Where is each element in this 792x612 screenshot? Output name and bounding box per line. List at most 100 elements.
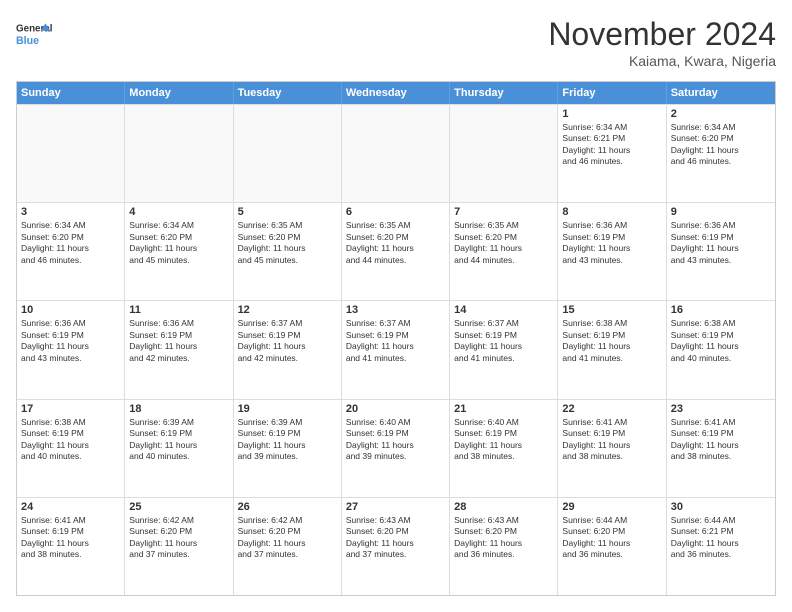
day-number: 13 [346,304,445,316]
calendar-header-day: Thursday [450,82,558,104]
day-number: 22 [562,403,661,415]
day-info: Sunrise: 6:34 AM Sunset: 6:20 PM Dayligh… [129,220,228,266]
day-info: Sunrise: 6:39 AM Sunset: 6:19 PM Dayligh… [129,417,228,463]
day-info: Sunrise: 6:38 AM Sunset: 6:19 PM Dayligh… [671,318,771,364]
calendar-cell: 17 Sunrise: 6:38 AM Sunset: 6:19 PM Dayli… [17,400,125,497]
day-number: 24 [21,501,120,513]
calendar-cell [342,105,450,202]
day-number: 7 [454,206,553,218]
day-number: 15 [562,304,661,316]
calendar-cell: 25 Sunrise: 6:42 AM Sunset: 6:20 PM Dayli… [125,498,233,595]
page: General Blue November 2024 Kaiama, Kwara… [0,0,792,612]
day-info: Sunrise: 6:38 AM Sunset: 6:19 PM Dayligh… [562,318,661,364]
calendar-cell [234,105,342,202]
day-info: Sunrise: 6:40 AM Sunset: 6:19 PM Dayligh… [454,417,553,463]
calendar-cell: 22 Sunrise: 6:41 AM Sunset: 6:19 PM Dayli… [558,400,666,497]
calendar-header-day: Sunday [17,82,125,104]
calendar-header-day: Tuesday [234,82,342,104]
calendar-cell: 23 Sunrise: 6:41 AM Sunset: 6:19 PM Dayli… [667,400,775,497]
calendar-week-row: 3Sunrise: 6:34 AM Sunset: 6:20 PM Daylig… [17,202,775,300]
day-number: 20 [346,403,445,415]
month-title: November 2024 [548,16,776,53]
location: Kaiama, Kwara, Nigeria [548,53,776,69]
day-info: Sunrise: 6:43 AM Sunset: 6:20 PM Dayligh… [346,515,445,561]
calendar-cell: 24 Sunrise: 6:41 AM Sunset: 6:19 PM Dayli… [17,498,125,595]
day-number: 11 [129,304,228,316]
day-info: Sunrise: 6:42 AM Sunset: 6:20 PM Dayligh… [129,515,228,561]
day-info: Sunrise: 6:38 AM Sunset: 6:19 PM Dayligh… [21,417,120,463]
calendar-cell: 26 Sunrise: 6:42 AM Sunset: 6:20 PM Dayli… [234,498,342,595]
calendar-cell: 19Sunrise: 6:39 AM Sunset: 6:19 PM Dayli… [234,400,342,497]
calendar: SundayMondayTuesdayWednesdayThursdayFrid… [16,81,776,596]
day-info: Sunrise: 6:41 AM Sunset: 6:19 PM Dayligh… [562,417,661,463]
logo: General Blue [16,16,52,52]
calendar-cell: 15 Sunrise: 6:38 AM Sunset: 6:19 PM Dayli… [558,301,666,398]
day-number: 27 [346,501,445,513]
day-info: Sunrise: 6:44 AM Sunset: 6:20 PM Dayligh… [562,515,661,561]
calendar-cell: 16 Sunrise: 6:38 AM Sunset: 6:19 PM Dayli… [667,301,775,398]
day-number: 29 [562,501,661,513]
calendar-week-row: 17 Sunrise: 6:38 AM Sunset: 6:19 PM Dayli… [17,399,775,497]
day-number: 6 [346,206,445,218]
day-info: Sunrise: 6:37 AM Sunset: 6:19 PM Dayligh… [238,318,337,364]
calendar-cell: 10Sunrise: 6:36 AM Sunset: 6:19 PM Dayli… [17,301,125,398]
calendar-cell: 18Sunrise: 6:39 AM Sunset: 6:19 PM Dayli… [125,400,233,497]
calendar-cell: 6 Sunrise: 6:35 AM Sunset: 6:20 PM Daylig… [342,203,450,300]
logo-icon: General Blue [16,16,52,52]
calendar-cell: 30 Sunrise: 6:44 AM Sunset: 6:21 PM Dayli… [667,498,775,595]
calendar-header-day: Saturday [667,82,775,104]
day-number: 28 [454,501,553,513]
calendar-cell: 12 Sunrise: 6:37 AM Sunset: 6:19 PM Dayli… [234,301,342,398]
day-number: 9 [671,206,771,218]
calendar-body: 1Sunrise: 6:34 AM Sunset: 6:21 PM Daylig… [17,104,775,595]
day-info: Sunrise: 6:40 AM Sunset: 6:19 PM Dayligh… [346,417,445,463]
day-info: Sunrise: 6:35 AM Sunset: 6:20 PM Dayligh… [346,220,445,266]
calendar-week-row: 10 Sunrise: 6:36 AM Sunset: 6:19 PM Dayli… [17,300,775,398]
calendar-cell: 3Sunrise: 6:34 AM Sunset: 6:20 PM Daylig… [17,203,125,300]
day-info: Sunrise: 6:44 AM Sunset: 6:21 PM Dayligh… [671,515,771,561]
day-info: Sunrise: 6:34 AM Sunset: 6:20 PM Dayligh… [671,122,771,168]
day-info: Sunrise: 6:34 AM Sunset: 6:20 PM Dayligh… [21,220,120,266]
calendar-cell: 21Sunrise: 6:40 AM Sunset: 6:19 PM Dayli… [450,400,558,497]
day-info: Sunrise: 6:41 AM Sunset: 6:19 PM Dayligh… [21,515,120,561]
day-number: 23 [671,403,771,415]
calendar-cell: 9 Sunrise: 6:36 AM Sunset: 6:19 PM Daylig… [667,203,775,300]
day-number: 16 [671,304,771,316]
day-number: 26 [238,501,337,513]
calendar-cell: 7Sunrise: 6:35 AM Sunset: 6:20 PM Daylig… [450,203,558,300]
day-number: 12 [238,304,337,316]
day-number: 17 [21,403,120,415]
calendar-cell: 20 Sunrise: 6:40 AM Sunset: 6:19 PM Dayli… [342,400,450,497]
calendar-header-day: Monday [125,82,233,104]
day-number: 4 [129,206,228,218]
calendar-cell: 1Sunrise: 6:34 AM Sunset: 6:21 PM Daylig… [558,105,666,202]
day-info: Sunrise: 6:42 AM Sunset: 6:20 PM Dayligh… [238,515,337,561]
day-number: 25 [129,501,228,513]
calendar-cell: 13 Sunrise: 6:37 AM Sunset: 6:19 PM Dayli… [342,301,450,398]
day-number: 10 [21,304,120,316]
calendar-cell: 29 Sunrise: 6:44 AM Sunset: 6:20 PM Dayli… [558,498,666,595]
day-info: Sunrise: 6:37 AM Sunset: 6:19 PM Dayligh… [454,318,553,364]
calendar-cell: 8Sunrise: 6:36 AM Sunset: 6:19 PM Daylig… [558,203,666,300]
calendar-cell [125,105,233,202]
calendar-cell [17,105,125,202]
day-info: Sunrise: 6:34 AM Sunset: 6:21 PM Dayligh… [562,122,661,168]
day-info: Sunrise: 6:41 AM Sunset: 6:19 PM Dayligh… [671,417,771,463]
day-number: 2 [671,108,771,120]
calendar-week-row: 24 Sunrise: 6:41 AM Sunset: 6:19 PM Dayli… [17,497,775,595]
calendar-cell: 2 Sunrise: 6:34 AM Sunset: 6:20 PM Daylig… [667,105,775,202]
day-info: Sunrise: 6:37 AM Sunset: 6:19 PM Dayligh… [346,318,445,364]
calendar-week-row: 1Sunrise: 6:34 AM Sunset: 6:21 PM Daylig… [17,104,775,202]
calendar-cell: 14Sunrise: 6:37 AM Sunset: 6:19 PM Dayli… [450,301,558,398]
calendar-cell: 27 Sunrise: 6:43 AM Sunset: 6:20 PM Dayli… [342,498,450,595]
day-info: Sunrise: 6:36 AM Sunset: 6:19 PM Dayligh… [129,318,228,364]
day-number: 5 [238,206,337,218]
calendar-cell: 4 Sunrise: 6:34 AM Sunset: 6:20 PM Daylig… [125,203,233,300]
title-block: November 2024 Kaiama, Kwara, Nigeria [548,16,776,69]
day-number: 30 [671,501,771,513]
day-info: Sunrise: 6:35 AM Sunset: 6:20 PM Dayligh… [238,220,337,266]
calendar-cell: 28Sunrise: 6:43 AM Sunset: 6:20 PM Dayli… [450,498,558,595]
day-number: 8 [562,206,661,218]
day-info: Sunrise: 6:36 AM Sunset: 6:19 PM Dayligh… [671,220,771,266]
calendar-header-day: Friday [558,82,666,104]
